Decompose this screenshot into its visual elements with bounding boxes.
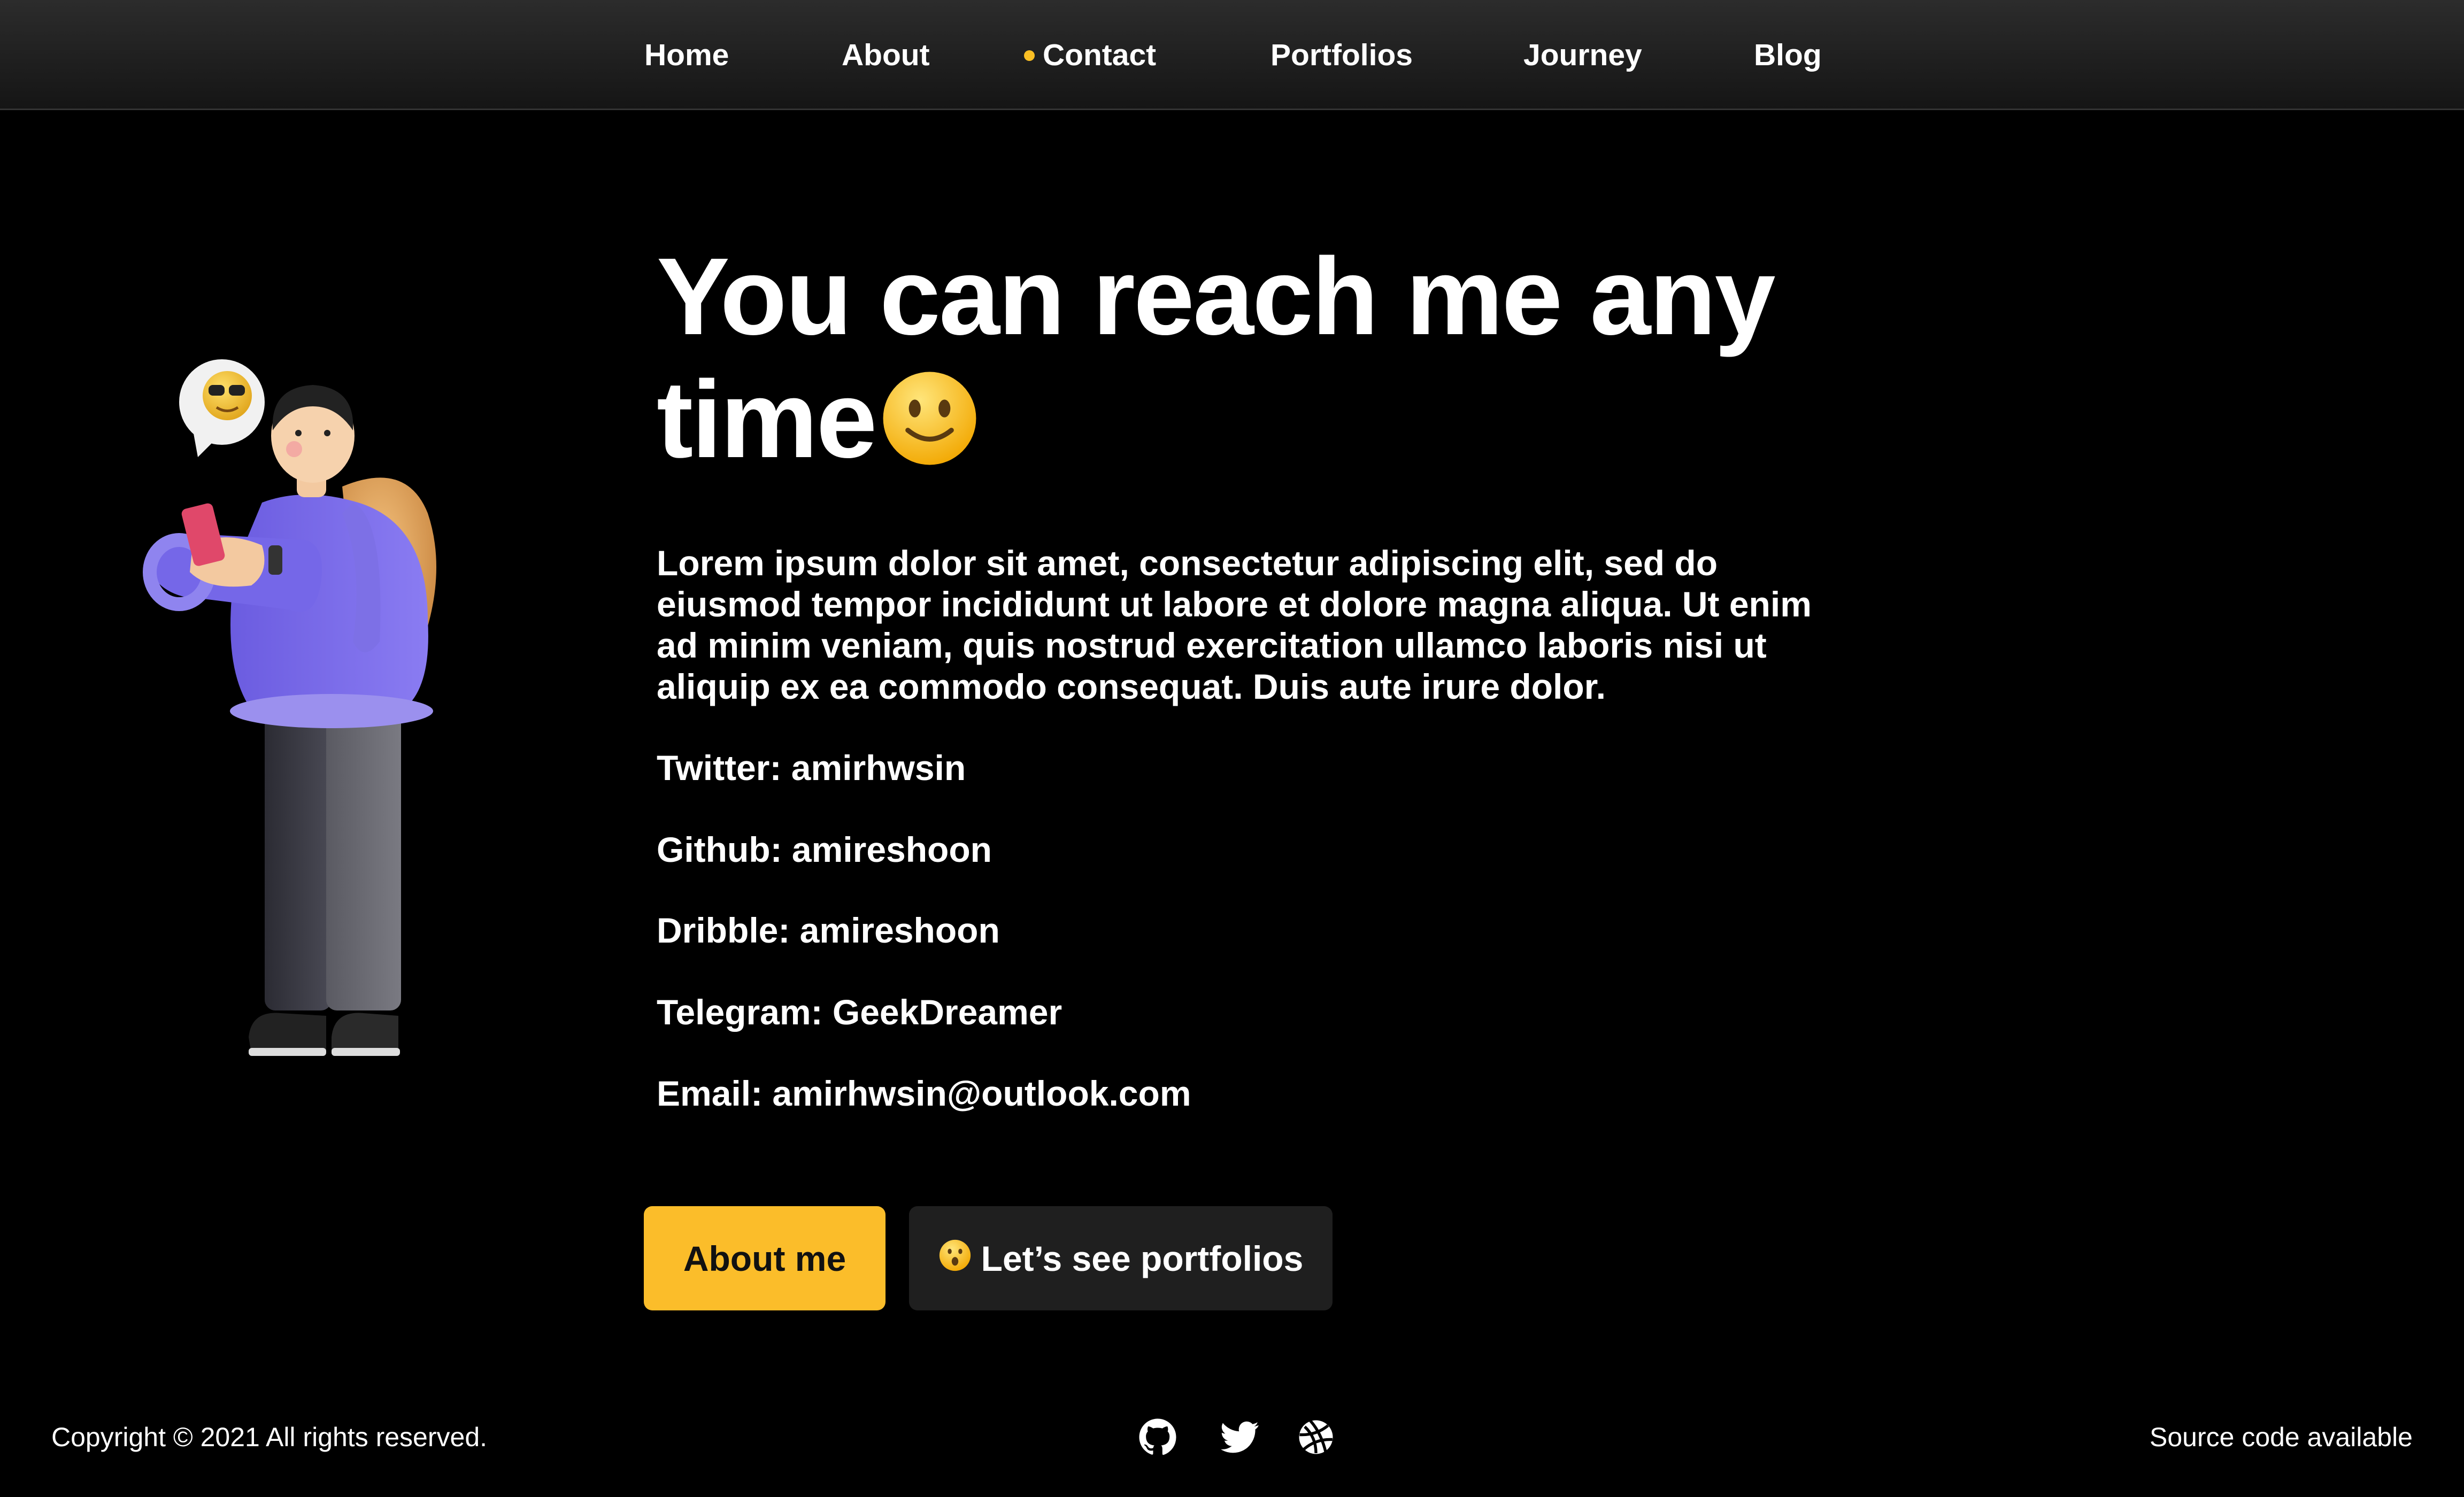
- twitter-icon[interactable]: [1221, 1418, 1259, 1456]
- title-line-2-text: time: [657, 358, 877, 481]
- title-line-1: You can reach me any: [657, 235, 1776, 358]
- astonished-face-icon: [939, 1239, 971, 1271]
- nav-home[interactable]: Home: [644, 33, 729, 77]
- github-icon[interactable]: [1138, 1418, 1177, 1456]
- contact-twitter: Twitter: amirhwsin: [657, 748, 966, 788]
- contact-dribble: Dribble: amireshoon: [657, 910, 1000, 950]
- nav-contact[interactable]: Contact: [1024, 33, 1157, 77]
- nav-contact-label: Contact: [1043, 38, 1157, 72]
- contact-telegram: Telegram: GeekDreamer: [657, 992, 1062, 1032]
- portfolios-button-label: Let’s see portfolios: [981, 1238, 1304, 1278]
- top-navbar: Home About Contact Portfolios Journey Bl…: [0, 0, 2464, 110]
- character-illustration: [143, 359, 436, 1056]
- dribbble-icon[interactable]: [1297, 1418, 1335, 1456]
- contact-email: Email: amirhwsin@outlook.com: [657, 1074, 1191, 1113]
- speech-bubble-icon: [179, 359, 265, 457]
- nav-about[interactable]: About: [842, 33, 930, 77]
- nav-journey[interactable]: Journey: [1523, 33, 1642, 77]
- title-line-2: time: [657, 358, 1886, 481]
- about-me-button[interactable]: About me: [644, 1206, 886, 1310]
- footer-source-link[interactable]: Source code available: [2150, 1421, 2413, 1453]
- nav-portfolios[interactable]: Portfolios: [1270, 33, 1413, 77]
- nav-blog[interactable]: Blog: [1754, 33, 1822, 77]
- about-me-button-label: About me: [683, 1238, 846, 1278]
- portfolios-button[interactable]: Let’s see portfolios: [909, 1206, 1333, 1310]
- page-title: You can reach me any time: [657, 235, 1886, 481]
- contact-github: Github: amireshoon: [657, 830, 992, 869]
- slightly-smiling-face-icon: [883, 372, 976, 465]
- active-indicator-dot: [1024, 50, 1035, 61]
- footer-copyright: Copyright © 2021 All rights reserved.: [51, 1422, 488, 1452]
- intro-paragraph: Lorem ipsum dolor sit amet, consectetur …: [657, 543, 1812, 706]
